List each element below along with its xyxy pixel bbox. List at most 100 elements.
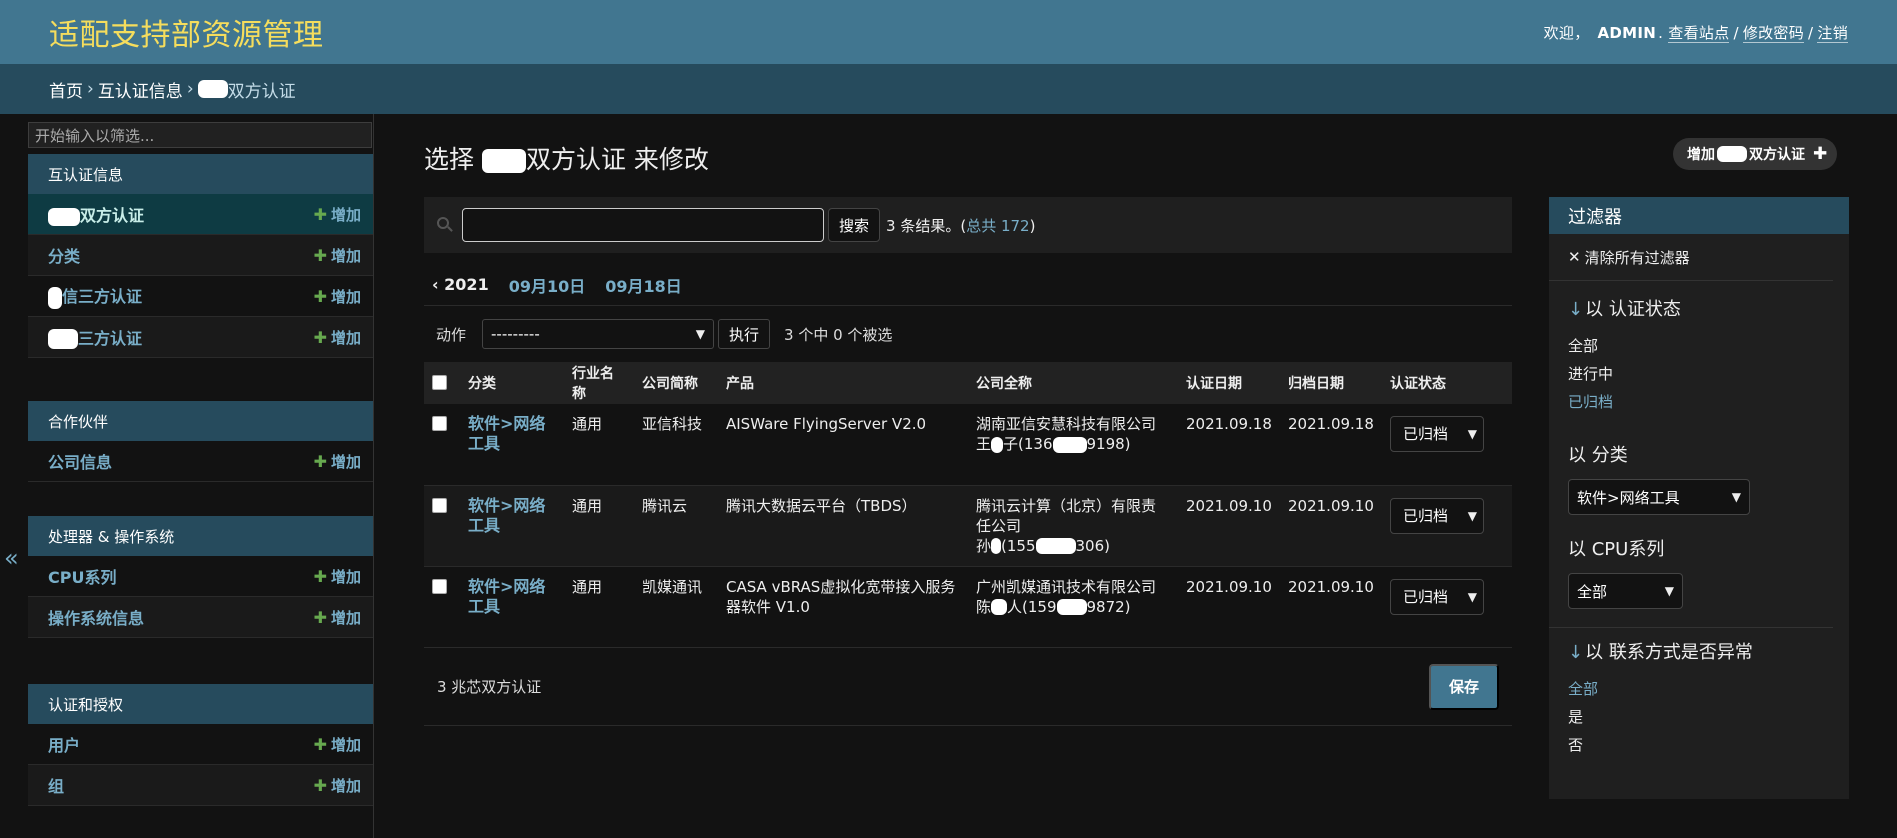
sidebar-item-label[interactable]: 信三方认证 — [48, 283, 142, 309]
module-caption[interactable]: 认证和授权 — [28, 684, 373, 724]
filter-title-status[interactable]: ↓ 以 认证状态 — [1549, 295, 1849, 321]
filter-option-link[interactable]: 已归档 — [1568, 391, 1613, 412]
status-select[interactable]: 已归档 ▼ — [1390, 416, 1484, 452]
save-button[interactable]: 保存 — [1429, 663, 1499, 710]
filter-option[interactable]: 是 — [1568, 702, 1849, 730]
column-header[interactable]: 行业名称 — [564, 362, 634, 404]
module-caption[interactable]: 合作伙伴 — [28, 401, 373, 441]
add-object-button[interactable]: 增加 双方认证 ✚ — [1673, 138, 1838, 170]
add-link[interactable]: ✚ 增加 — [314, 245, 361, 266]
select-all-checkbox[interactable] — [432, 374, 447, 390]
filter-option[interactable]: 全部 — [1568, 331, 1849, 359]
status-select[interactable]: 已归档 ▼ — [1390, 578, 1484, 615]
sidebar-item-users[interactable]: 用户 ✚ 增加 — [28, 724, 373, 765]
add-link[interactable]: ✚ 增加 — [314, 607, 361, 628]
category-link[interactable]: 软件>网络工具 — [468, 496, 545, 535]
filter-option[interactable]: 进行中 — [1568, 359, 1849, 387]
column-header[interactable]: 归档日期 — [1280, 362, 1382, 404]
action-go-button[interactable]: 执行 — [718, 319, 771, 349]
change-password-link[interactable]: 修改密码 — [1742, 23, 1805, 43]
add-link[interactable]: ✚ 增加 — [314, 204, 361, 225]
filter-option-link[interactable]: 否 — [1568, 734, 1583, 755]
row-checkbox[interactable] — [432, 416, 447, 431]
column-header[interactable]: 公司全称 — [968, 362, 1178, 404]
category-link[interactable]: 软件>网络工具 — [468, 577, 545, 616]
status-select[interactable]: 已归档 ▼ — [1390, 497, 1484, 534]
sidebar-item-cpu-series[interactable]: CPU系列 ✚ 增加 — [28, 556, 373, 597]
sidebar-collapse-icon[interactable]: « — [4, 544, 19, 572]
sidebar-item-os-info[interactable]: 操作系统信息 ✚ 增加 — [28, 597, 373, 638]
sidebar-item-text[interactable]: 双方认证 — [80, 206, 144, 225]
total-link[interactable]: 总共 172 — [966, 217, 1029, 235]
date-back-link[interactable]: ‹ 2021 — [432, 275, 489, 294]
clear-filters-label[interactable]: 清除所有过滤器 — [1585, 247, 1690, 268]
filter-option-link[interactable]: 是 — [1568, 706, 1583, 727]
module-caption[interactable]: 处理器 & 操作系统 — [28, 516, 373, 556]
column-header[interactable]: 分类 — [460, 362, 564, 404]
add-label[interactable]: 增加 — [331, 453, 361, 471]
breadcrumb: 首页 › 互认证信息 › 双方认证 — [0, 64, 1897, 114]
filter-option-link[interactable]: 进行中 — [1568, 363, 1613, 384]
date-link[interactable]: 09月18日 — [605, 273, 682, 297]
sidebar-item-third-party-b[interactable]: 三方认证 ✚ 增加 — [28, 317, 373, 358]
sidebar-item-label[interactable]: 组 — [48, 773, 64, 797]
breadcrumb-home[interactable]: 首页 — [49, 77, 83, 102]
sidebar-item-third-party-a[interactable]: 信三方认证 ✚ 增加 — [28, 276, 373, 317]
sidebar-item-label[interactable]: 双方认证 — [48, 202, 144, 226]
column-header[interactable]: 认证日期 — [1178, 362, 1280, 404]
breadcrumb-app[interactable]: 互认证信息 — [98, 77, 183, 102]
filter-option[interactable]: 已归档 — [1568, 387, 1849, 415]
nav-filter-input[interactable]: 开始输入以筛选... — [28, 122, 372, 148]
add-label[interactable]: 增加 — [331, 736, 361, 754]
add-label[interactable]: 增加 — [331, 329, 361, 347]
row-checkbox[interactable] — [432, 578, 447, 594]
module-caption[interactable]: 互认证信息 — [28, 154, 373, 194]
view-site-link[interactable]: 查看站点 — [1668, 23, 1730, 43]
add-label[interactable]: 增加 — [331, 568, 361, 586]
sidebar-item-label[interactable]: CPU系列 — [48, 564, 116, 588]
filter-option[interactable]: 否 — [1568, 730, 1849, 758]
logout-link[interactable]: 注销 — [1817, 23, 1848, 43]
clear-filters-link[interactable]: ✕ 清除所有过滤器 — [1549, 234, 1833, 281]
filter-title-text[interactable]: 以 认证状态 — [1585, 299, 1681, 320]
search-button[interactable]: 搜索 — [828, 208, 881, 242]
add-link[interactable]: ✚ 增加 — [314, 286, 361, 307]
sidebar-item-text[interactable]: 三方认证 — [78, 329, 142, 348]
action-select[interactable]: --------- ▼ — [482, 319, 715, 349]
search-input[interactable] — [462, 208, 824, 242]
sidebar-item-groups[interactable]: 组 ✚ 增加 — [28, 765, 373, 806]
filter-title-contact[interactable]: ↓ 以 联系方式是否异常 — [1549, 638, 1849, 664]
column-header[interactable]: 认证状态 — [1382, 362, 1512, 404]
row-checkbox[interactable] — [432, 497, 447, 513]
cpu-filter-select[interactable]: 全部 ▼ — [1568, 573, 1683, 609]
category-filter-select[interactable]: 软件>网络工具 ▼ — [1568, 479, 1750, 515]
filter-option[interactable]: 全部 — [1568, 674, 1849, 702]
add-label[interactable]: 增加 — [331, 609, 361, 627]
add-link[interactable]: ✚ 增加 — [314, 327, 361, 348]
sidebar-item-label[interactable]: 三方认证 — [48, 325, 142, 350]
sidebar-item-dual-cert[interactable]: 双方认证 ✚ 增加 — [28, 194, 373, 235]
filter-option-link[interactable]: 全部 — [1568, 678, 1598, 699]
add-link[interactable]: ✚ 增加 — [314, 775, 361, 796]
sidebar-item-company-info[interactable]: 公司信息 ✚ 增加 — [28, 441, 373, 482]
add-label[interactable]: 增加 — [331, 206, 361, 224]
sidebar-item-label[interactable]: 分类 — [48, 243, 80, 267]
sidebar-item-text[interactable]: 信三方认证 — [62, 287, 142, 306]
date-link[interactable]: 09月10日 — [509, 273, 586, 297]
sidebar-item-label[interactable]: 用户 — [48, 732, 80, 756]
add-label[interactable]: 增加 — [331, 288, 361, 306]
sidebar-item-label[interactable]: 公司信息 — [48, 449, 112, 473]
filter-title-text[interactable]: 以 联系方式是否异常 — [1585, 642, 1753, 663]
column-header[interactable]: 公司简称 — [634, 362, 718, 404]
column-header[interactable]: 产品 — [718, 362, 968, 404]
add-link[interactable]: ✚ 增加 — [314, 451, 361, 472]
sidebar-item-label[interactable]: 操作系统信息 — [48, 605, 144, 629]
add-link[interactable]: ✚ 增加 — [314, 734, 361, 755]
add-label[interactable]: 增加 — [331, 777, 361, 795]
filter-option-link[interactable]: 全部 — [1568, 335, 1598, 356]
add-link[interactable]: ✚ 增加 — [314, 566, 361, 587]
add-label[interactable]: 增加 — [331, 247, 361, 265]
sidebar-item-category[interactable]: 分类 ✚ 增加 — [28, 235, 373, 276]
site-title[interactable]: 适配支持部资源管理 — [49, 10, 324, 54]
category-link[interactable]: 软件>网络工具 — [468, 414, 545, 453]
